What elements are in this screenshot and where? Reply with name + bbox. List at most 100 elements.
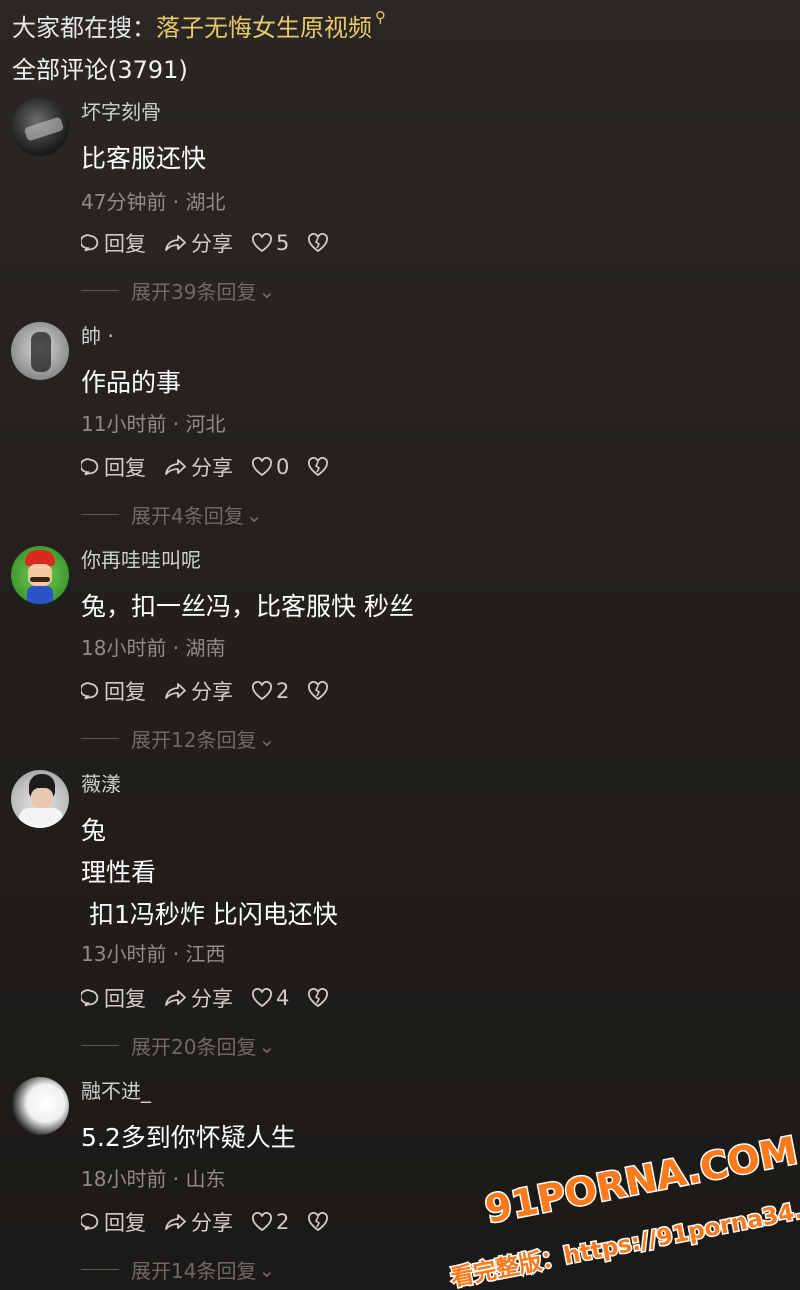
comment-line: 比客服还快 (81, 144, 207, 173)
share-icon (165, 459, 186, 475)
chevron-down-icon: ⌄ (258, 1257, 276, 1282)
dislike-button[interactable] (307, 681, 332, 701)
comment-line: 作品的事 (81, 368, 182, 397)
share-icon (165, 235, 186, 251)
expand-replies-button[interactable]: 展开4条回复 ⌄ (81, 500, 263, 529)
comment-username[interactable]: 帥 · (81, 322, 114, 350)
comment-actions: 回复 分享 4 (81, 983, 350, 1013)
search-prefix: 大家都在搜： (12, 13, 156, 42)
share-button[interactable]: 分享 (164, 676, 233, 706)
share-button[interactable]: 分享 (164, 228, 233, 258)
broken-heart-icon (308, 1212, 329, 1232)
reply-icon (81, 234, 99, 252)
divider-line (81, 738, 119, 739)
comment-actions: 回复 分享 5 (81, 228, 350, 258)
comment-meta: 11小时前 · 河北 (81, 412, 226, 436)
heart-icon (252, 233, 272, 253)
comment-line: 5.2多到你怀疑人生 (81, 1123, 296, 1152)
comment-text: 比客服还快 (81, 138, 206, 180)
expand-replies-button[interactable]: 展开39条回复 ⌄ (81, 276, 275, 305)
comments-count-header: 全部评论(3791) (12, 56, 188, 84)
like-count: 2 (276, 679, 290, 703)
avatar[interactable] (11, 1077, 69, 1135)
broken-heart-icon (308, 233, 329, 253)
comment-text: 兔，扣一丝冯，比客服快 秒丝 (81, 586, 414, 628)
comment-actions: 回复 分享 2 (81, 676, 350, 706)
comment-username[interactable]: 薇漾 (81, 770, 121, 798)
share-button[interactable]: 分享 (164, 983, 233, 1013)
like-button[interactable]: 2 (251, 1210, 289, 1234)
like-button[interactable]: 0 (251, 455, 289, 479)
share-icon (165, 683, 186, 699)
like-count: 5 (276, 231, 290, 255)
divider-line (81, 514, 119, 515)
heart-icon (252, 681, 272, 701)
heart-icon (252, 988, 272, 1008)
comment-username[interactable]: 你再哇哇叫呢 (81, 546, 201, 574)
watermark-url: 看完整版：https://91porna34.com (449, 1187, 800, 1290)
broken-heart-icon (308, 988, 329, 1008)
share-button[interactable]: 分享 (164, 1207, 233, 1237)
dislike-button[interactable] (307, 233, 332, 253)
dislike-button[interactable] (307, 988, 332, 1008)
comment-text: 兔 理性看 扣1冯秒炸 比闪电还快 (81, 810, 338, 936)
reply-button[interactable]: 回复 (81, 228, 146, 258)
share-icon (165, 1214, 186, 1230)
search-suggestion-bar[interactable]: 大家都在搜： 落子无悔女生原视频 ⚲ (12, 8, 386, 42)
like-button[interactable]: 2 (251, 679, 289, 703)
avatar[interactable] (11, 770, 69, 828)
comment-text: 作品的事 (81, 362, 181, 404)
avatar[interactable] (11, 98, 69, 156)
comment-actions: 回复 分享 0 (81, 452, 350, 482)
reply-button[interactable]: 回复 (81, 676, 146, 706)
broken-heart-icon (308, 457, 329, 477)
comment-username[interactable]: 坏字刻骨 (81, 98, 161, 126)
watermark-brand: 91PORNA.COM (482, 1128, 800, 1232)
divider-line (81, 1045, 119, 1046)
dislike-button[interactable] (307, 457, 332, 477)
watermark-logo: 91PORNA.COM 看完整版：https://91porna34.com (447, 1127, 800, 1290)
reply-button[interactable]: 回复 (81, 983, 146, 1013)
reply-button[interactable]: 回复 (81, 452, 146, 482)
comment-meta: 18小时前 · 湖南 (81, 636, 226, 660)
comment-meta: 18小时前 · 山东 (81, 1167, 226, 1191)
like-button[interactable]: 4 (251, 986, 289, 1010)
like-count: 4 (276, 986, 290, 1010)
heart-icon (252, 457, 272, 477)
like-button[interactable]: 5 (251, 231, 289, 255)
divider-line (81, 290, 119, 291)
comment-line: 兔，扣一丝冯，比客服快 秒丝 (81, 592, 414, 621)
comment-actions: 回复 分享 2 (81, 1207, 350, 1237)
expand-replies-button[interactable]: 展开14条回复 ⌄ (81, 1255, 275, 1284)
heart-icon (252, 1212, 272, 1232)
chevron-down-icon: ⌄ (245, 502, 263, 527)
comment-meta: 47分钟前 · 湖北 (81, 190, 226, 214)
like-count: 0 (276, 455, 290, 479)
comment-line: 兔 (81, 816, 107, 845)
reply-icon (81, 1213, 99, 1231)
chevron-down-icon: ⌄ (258, 726, 276, 751)
comment-line: 扣1冯秒炸 比闪电还快 (81, 900, 338, 929)
avatar[interactable] (11, 546, 69, 604)
comment-username[interactable]: 融不进_ (81, 1077, 151, 1105)
like-count: 2 (276, 1210, 290, 1234)
expand-replies-button[interactable]: 展开20条回复 ⌄ (81, 1031, 275, 1060)
dislike-button[interactable] (307, 1212, 332, 1232)
divider-line (81, 1269, 119, 1270)
reply-icon (81, 989, 99, 1007)
comment-meta: 13小时前 · 江西 (81, 942, 226, 966)
share-icon (165, 990, 186, 1006)
broken-heart-icon (308, 681, 329, 701)
reply-icon (81, 458, 99, 476)
avatar[interactable] (11, 322, 69, 380)
expand-replies-button[interactable]: 展开12条回复 ⌄ (81, 724, 275, 753)
share-button[interactable]: 分享 (164, 452, 233, 482)
search-suggestion-link[interactable]: 落子无悔女生原视频 (156, 8, 372, 43)
reply-button[interactable]: 回复 (81, 1207, 146, 1237)
chevron-down-icon: ⌄ (258, 1033, 276, 1058)
search-icon: ⚲ (375, 8, 386, 26)
chevron-down-icon: ⌄ (258, 278, 276, 303)
comment-text: 5.2多到你怀疑人生 (81, 1117, 296, 1159)
comment-line: 理性看 (81, 858, 157, 887)
reply-icon (81, 682, 99, 700)
